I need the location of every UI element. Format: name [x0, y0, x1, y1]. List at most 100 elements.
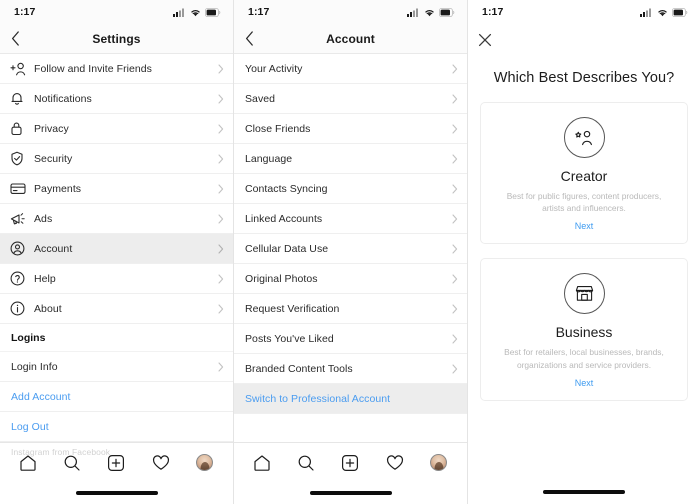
sidebar-item-follow-invite-friends[interactable]: Follow and Invite Friends	[0, 54, 233, 84]
switch-to-professional-account-button[interactable]: Switch to Professional Account	[234, 384, 467, 414]
close-x-icon	[478, 33, 492, 47]
tab-search[interactable]	[291, 448, 321, 478]
business-description: Best for retailers, local businesses, br…	[504, 347, 664, 370]
add-post-icon	[342, 454, 359, 471]
chevron-right-icon	[214, 303, 224, 314]
business-card[interactable]: Business Best for retailers, local busin…	[480, 258, 688, 401]
list-item-saved[interactable]: Saved	[234, 84, 467, 114]
describes-you-navbar	[468, 24, 700, 56]
list-item-close-friends[interactable]: Close Friends	[234, 114, 467, 144]
three-phone-screenshots: 1:17 Settings Follow and Invite Friends …	[0, 0, 700, 504]
add-person-icon	[10, 62, 34, 76]
account-navbar: Account	[234, 24, 467, 54]
list-item-posts-youve-liked[interactable]: Posts You've Liked	[234, 324, 467, 354]
list-item-contacts-syncing[interactable]: Contacts Syncing	[234, 174, 467, 204]
sidebar-item-label: About	[34, 302, 62, 315]
sidebar-item-label: Privacy	[34, 122, 69, 135]
sidebar-item-security[interactable]: Security	[0, 144, 233, 174]
shield-check-icon	[10, 151, 34, 166]
creator-card[interactable]: Creator Best for public figures, content…	[480, 102, 688, 245]
battery-icon	[439, 7, 455, 17]
business-next-link[interactable]: Next	[491, 378, 677, 388]
chevron-right-icon	[448, 63, 458, 74]
chevron-right-icon	[448, 153, 458, 164]
list-item-label: Language	[245, 152, 293, 165]
back-button[interactable]	[0, 31, 30, 46]
sidebar-item-label: Ads	[34, 212, 53, 225]
chevron-right-icon	[214, 273, 224, 284]
wifi-icon	[425, 9, 434, 16]
home-icon	[254, 454, 270, 471]
chevron-right-icon	[214, 243, 224, 254]
tab-activity[interactable]	[146, 448, 176, 478]
tab-create[interactable]	[335, 448, 365, 478]
list-item-label: Close Friends	[245, 122, 311, 135]
sidebar-item-about[interactable]: About	[0, 294, 233, 324]
sidebar-item-login-info[interactable]: Login Info	[0, 352, 233, 382]
back-button[interactable]	[234, 31, 264, 46]
chevron-right-icon	[448, 213, 458, 224]
describes-you-body: Which Best Describes You? Creator Best f…	[468, 56, 700, 480]
tab-profile[interactable]	[424, 448, 454, 478]
list-item-request-verification[interactable]: Request Verification	[234, 294, 467, 324]
status-bar-icons	[173, 7, 221, 17]
bottom-tab-bar	[234, 442, 467, 482]
account-circle-icon	[10, 241, 34, 256]
wifi-icon	[658, 9, 667, 16]
account-list: Your Activity Saved Close Friends Langua…	[234, 54, 467, 442]
chevron-right-icon	[214, 63, 224, 74]
list-item-language[interactable]: Language	[234, 144, 467, 174]
switch-to-professional-account-label: Switch to Professional Account	[245, 392, 391, 405]
list-item-branded-content-tools[interactable]: Branded Content Tools	[234, 354, 467, 384]
sidebar-item-account[interactable]: Account	[0, 234, 233, 264]
storefront-icon	[563, 273, 605, 315]
tab-home[interactable]	[247, 448, 277, 478]
log-out-button[interactable]: Log Out	[0, 412, 233, 442]
sidebar-item-notifications[interactable]: Notifications	[0, 84, 233, 114]
add-account-button[interactable]: Add Account	[0, 382, 233, 412]
status-bar-time: 1:17	[248, 6, 270, 18]
chevron-right-icon	[214, 153, 224, 164]
status-bar: 1:17	[234, 0, 467, 24]
lock-icon	[10, 121, 34, 136]
status-bar-time: 1:17	[14, 6, 36, 18]
cellular-signal-icon	[173, 8, 184, 17]
chevron-right-icon	[448, 123, 458, 134]
tab-activity[interactable]	[380, 448, 410, 478]
list-item-original-photos[interactable]: Original Photos	[234, 264, 467, 294]
sidebar-item-help[interactable]: Help	[0, 264, 233, 294]
status-bar-icons	[407, 7, 455, 17]
sidebar-item-label: Security	[34, 152, 73, 165]
heart-icon	[152, 454, 169, 470]
list-item-label: Posts You've Liked	[245, 332, 334, 345]
list-item-label: Branded Content Tools	[245, 362, 353, 375]
chevron-right-icon	[448, 273, 458, 284]
home-indicator-area	[234, 482, 467, 504]
settings-navbar: Settings	[0, 24, 233, 54]
question-circle-icon	[10, 271, 34, 286]
close-button[interactable]	[468, 33, 502, 47]
chevron-right-icon	[448, 303, 458, 314]
sidebar-item-label: Login Info	[11, 360, 58, 373]
tab-profile[interactable]	[190, 448, 220, 478]
battery-icon	[672, 7, 688, 17]
sidebar-item-payments[interactable]: Payments	[0, 174, 233, 204]
chevron-right-icon	[214, 183, 224, 194]
list-item-linked-accounts[interactable]: Linked Accounts	[234, 204, 467, 234]
list-item-your-activity[interactable]: Your Activity	[234, 54, 467, 84]
sidebar-item-label: Notifications	[34, 92, 92, 105]
heart-icon	[386, 454, 403, 470]
search-icon	[298, 455, 314, 471]
list-item-cellular-data-use[interactable]: Cellular Data Use	[234, 234, 467, 264]
list-item-label: Saved	[245, 92, 276, 105]
sidebar-item-ads[interactable]: Ads	[0, 204, 233, 234]
bell-icon	[10, 91, 34, 106]
sidebar-item-privacy[interactable]: Privacy	[0, 114, 233, 144]
creator-next-link[interactable]: Next	[491, 221, 677, 231]
home-indicator	[309, 491, 392, 495]
home-indicator	[543, 490, 625, 494]
avatar-icon	[430, 454, 448, 471]
phone-screen-describes-you: 1:17 Which Best Describes You? Creator B…	[468, 0, 700, 504]
status-bar-icons	[640, 7, 688, 17]
home-indicator-area	[468, 480, 700, 504]
